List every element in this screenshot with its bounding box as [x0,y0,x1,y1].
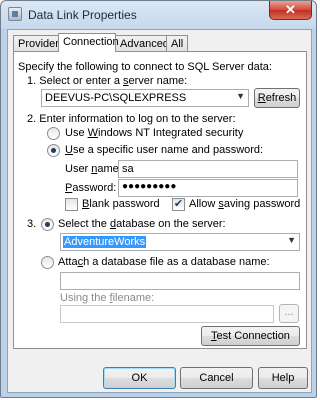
specific-user-label[interactable]: Use a specific user name and password: [65,144,263,156]
mnemonic: W [87,127,99,139]
close-button[interactable]: ✕ [269,1,312,20]
blank-password-checkbox[interactable] [65,198,78,211]
window-title: Data Link Properties [28,8,137,22]
tab-label: All [171,38,184,50]
attach-database-label[interactable]: Attach a database file as a database nam… [58,256,270,268]
allow-saving-password-label[interactable]: Allow saving password [189,198,300,210]
step-number: 2. [27,113,37,125]
username-value: sa [122,163,134,175]
ok-button[interactable]: OK [103,367,176,389]
tab-provider[interactable]: Provider [13,35,59,51]
tab-label: Provider [18,38,59,50]
dropdown-arrow-icon[interactable]: ▼ [287,235,296,245]
step3-number: 3. [27,218,37,230]
cancel-button[interactable]: Cancel [180,367,253,389]
attach-database-radio[interactable] [41,256,54,269]
tab-label: Advanced [120,38,169,50]
connection-tab-panel: Specify the following to connect to SQL … [13,51,307,349]
label-part: atabase on the server: [116,218,226,230]
filename-input[interactable] [60,305,274,323]
password-label: Password: [65,182,116,194]
browse-button[interactable]: ... [279,304,299,323]
nt-security-radio[interactable] [47,127,60,140]
dialog-body: Provider Connection Advanced All Specify… [7,29,312,393]
label-part: indows NT Integrated security [98,127,244,139]
label-part: Enter information to log on to the serve… [39,113,236,125]
label-part: User [65,163,92,175]
database-value: AdventureWorks [63,236,147,248]
dialog-window: Data Link Properties ✕ Provider Connecti… [0,0,317,398]
label-part: Select or enter a [39,75,124,87]
database-combobox[interactable]: AdventureWorks ▼ [60,233,300,251]
title-bar[interactable]: Data Link Properties ✕ [1,1,318,29]
server-name-combobox[interactable]: DEEVUS-PC\SQLEXPRESS ▼ [41,89,249,107]
select-database-radio[interactable] [41,218,54,231]
password-input[interactable]: ●●●●●●●●● [118,179,298,197]
button-label: est Connection [216,330,290,342]
mnemonic: R [257,92,266,104]
label-part: lank password [89,198,160,210]
app-icon [8,7,22,21]
label-part: h a database file as a database name: [83,256,270,268]
label-part: Select the [58,218,110,230]
label-part: se a specific user name and password: [72,144,264,156]
mnemonic: U [65,144,73,156]
label-part: Atta [58,256,78,268]
label-part: assword: [72,182,117,194]
tab-all[interactable]: All [166,35,188,51]
step-number: 1. [27,75,37,87]
username-label: User name: [65,163,122,175]
help-button[interactable]: Help [258,367,308,389]
allow-saving-password-checkbox[interactable]: ✔ [172,198,185,211]
test-connection-button[interactable]: Test Connection [201,326,300,346]
blank-password-label[interactable]: Blank password [82,198,160,210]
label-part: Allow [189,198,219,210]
filename-label: Using the filename: [60,292,154,304]
dropdown-arrow-icon[interactable]: ▼ [236,91,245,101]
server-name-value: DEEVUS-PC\SQLEXPRESS [45,92,187,104]
specific-user-radio[interactable] [47,144,60,157]
password-value: ●●●●●●●●● [122,181,177,192]
refresh-button[interactable]: Refresh [254,88,300,108]
label-part: aving password [223,198,301,210]
label-part: erver name: [128,75,188,87]
attach-database-name-input[interactable] [60,272,300,290]
tab-label: Connection [63,36,119,48]
step1-label: 1. Select or enter a server name: [27,75,187,87]
database-value-text: AdventureWorks [63,236,147,248]
nt-security-label[interactable]: Use Windows NT Integrated security [65,127,243,139]
tab-connection[interactable]: Connection [58,33,119,52]
intro-text: Specify the following to connect to SQL … [18,61,272,73]
label-part: Using the [60,292,110,304]
select-database-label[interactable]: Select the database on the server: [58,218,226,230]
label-part: Use [65,127,88,139]
tab-advanced[interactable]: Advanced [115,35,169,51]
username-input[interactable]: sa [118,160,298,178]
button-label: efresh [265,92,297,104]
checkmark-icon: ✔ [173,198,184,210]
label-part: ilename: [112,292,155,304]
step2-label: 2. Enter information to log on to the se… [27,113,236,125]
